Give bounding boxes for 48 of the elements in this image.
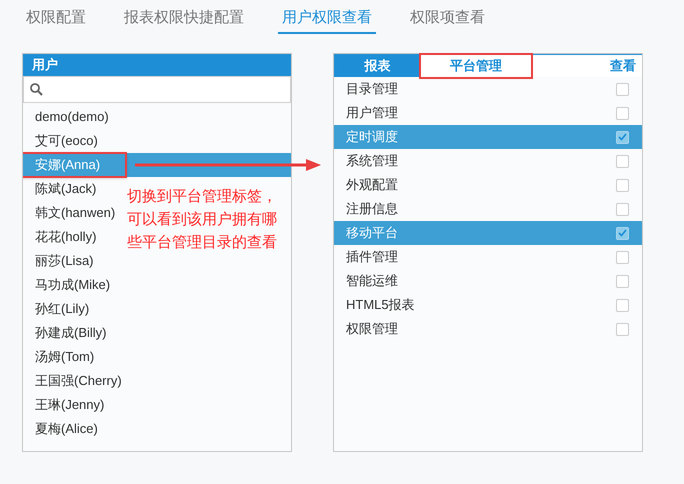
permission-label: 定时调度 bbox=[346, 128, 398, 146]
user-item[interactable]: 陈斌(Jack) bbox=[35, 179, 96, 199]
checkbox[interactable] bbox=[616, 202, 629, 216]
permission-label: 注册信息 bbox=[346, 200, 398, 218]
annotation-text: 切换到平台管理标签，可以看到该用户拥有哪些平台管理目录的查看 bbox=[127, 187, 278, 253]
permission-label: 插件管理 bbox=[346, 248, 398, 266]
permission-label: 系统管理 bbox=[346, 152, 398, 170]
check-icon bbox=[618, 229, 627, 237]
user-item[interactable]: 王琳(Jenny) bbox=[35, 395, 104, 415]
checkbox[interactable] bbox=[616, 178, 629, 192]
permission-label: 目录管理 bbox=[346, 80, 398, 98]
user-item[interactable]: 王国强(Cherry) bbox=[35, 371, 122, 391]
user-item[interactable]: 韩文(hanwen) bbox=[35, 203, 116, 223]
permission-label: 用户管理 bbox=[346, 104, 398, 122]
tab[interactable]: 平台管理 bbox=[421, 55, 531, 77]
tab[interactable]: 报表 bbox=[334, 55, 421, 77]
search-field[interactable] bbox=[23, 76, 291, 103]
permission-label: HTML5报表 bbox=[346, 296, 415, 314]
column-header: 查看 bbox=[610, 57, 636, 76]
tab[interactable]: 权限配置 bbox=[22, 4, 90, 34]
checkbox[interactable] bbox=[616, 106, 629, 120]
checkbox[interactable] bbox=[616, 274, 629, 288]
user-item[interactable]: 花花(holly) bbox=[35, 227, 96, 247]
panel-header: 用户 bbox=[23, 54, 291, 76]
check-icon bbox=[618, 133, 627, 141]
user-item[interactable]: 汤姆(Tom) bbox=[35, 347, 94, 367]
checkbox[interactable] bbox=[616, 82, 629, 96]
search-icon bbox=[30, 83, 43, 96]
permission-label: 智能运维 bbox=[346, 272, 398, 290]
checkbox[interactable] bbox=[616, 322, 629, 336]
checkbox[interactable] bbox=[616, 226, 629, 240]
user-item[interactable]: 马功成(Mike) bbox=[35, 275, 110, 295]
user-item[interactable]: 艾可(eoco) bbox=[35, 131, 98, 151]
permission-label: 移动平台 bbox=[346, 224, 398, 242]
checkbox[interactable] bbox=[616, 130, 629, 144]
user-item[interactable]: demo(demo) bbox=[35, 107, 109, 127]
user-item[interactable]: 丽莎(Lisa) bbox=[35, 251, 94, 271]
user-item[interactable]: 孙建成(Billy) bbox=[35, 323, 106, 343]
tab[interactable]: 权限项查看 bbox=[406, 4, 489, 34]
checkbox[interactable] bbox=[616, 154, 629, 168]
user-item[interactable]: 夏梅(Alice) bbox=[35, 419, 98, 439]
checkbox[interactable] bbox=[616, 250, 629, 264]
permission-label: 外观配置 bbox=[346, 176, 398, 194]
user-item[interactable]: 孙红(Lily) bbox=[35, 299, 90, 319]
checkbox[interactable] bbox=[616, 298, 629, 312]
permission-label: 权限管理 bbox=[346, 320, 398, 338]
arrow-icon bbox=[134, 158, 322, 172]
tab[interactable]: 报表权限快捷配置 bbox=[120, 4, 248, 34]
